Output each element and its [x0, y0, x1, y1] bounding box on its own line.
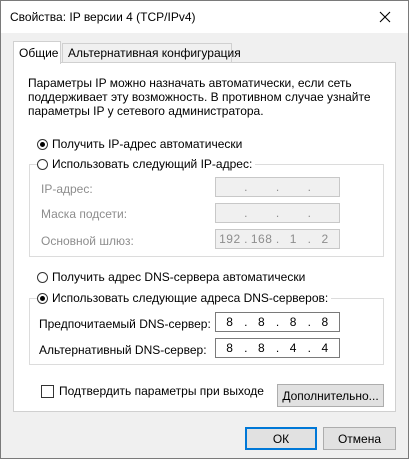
dns-auto-radio[interactable]: Получить адрес DNS-сервера автоматически [37, 270, 305, 284]
dns-auto-label: Получить адрес DNS-сервера автоматически [52, 270, 306, 284]
ip-octet: 8 [226, 341, 234, 355]
description-text: Параметры IP можно назначать автоматичес… [28, 76, 388, 118]
ip-manual-radio[interactable]: Использовать следующий IP-адрес: [37, 157, 256, 171]
description-line: параметры IP у сетевого администратора. [28, 104, 264, 118]
ip-octet: 4 [289, 341, 297, 355]
ok-button-label: ОК [272, 431, 290, 446]
tab-panel-general: Параметры IP можно назначать автоматичес… [13, 62, 396, 412]
ip-octet: 4 [321, 341, 329, 355]
ip-octet: 8 [258, 341, 266, 355]
radio-circle [37, 292, 48, 304]
advanced-button-label: Дополнительно... [282, 388, 379, 403]
preferred-dns-field[interactable]: 8. 8. 8. 8 [215, 312, 340, 332]
ip-octet: 8 [258, 315, 266, 329]
tab-general[interactable]: Общие [13, 41, 61, 64]
subnet-mask-field[interactable]: . . . [215, 203, 340, 223]
ip-address-field[interactable]: . . . [215, 177, 340, 197]
ip-octet: 192 [219, 232, 241, 246]
ip-octet: 1 [289, 232, 297, 246]
ip-octet: 8 [226, 315, 234, 329]
ip-octet: 8 [321, 315, 329, 329]
close-button[interactable] [373, 5, 397, 29]
alternate-dns-label: Альтернативный DNS-сервер: [39, 343, 207, 357]
description-line: Параметры IP можно назначать автоматичес… [28, 76, 352, 90]
radio-selected-dot [40, 295, 45, 301]
tab-general-label: Общие [19, 46, 59, 60]
validate-on-exit-checkbox[interactable]: Подтвердить параметры при выходе [41, 384, 264, 398]
ip-manual-label: Использовать следующий IP-адрес: [52, 157, 253, 171]
cancel-button-label: Отмена [337, 431, 382, 446]
subnet-mask-label: Маска подсети: [41, 207, 128, 221]
description-line: поддерживает эту возможность. В противно… [28, 90, 371, 104]
ip-octet: 168 [250, 232, 273, 246]
ip-auto-label: Получить IP-адрес автоматически [52, 137, 243, 151]
tab-alternate-config[interactable]: Альтернативная конфигурация [62, 43, 241, 62]
tab-alternate-config-label: Альтернативная конфигурация [68, 46, 241, 60]
ip-octet: 8 [289, 315, 297, 329]
dns-manual-radio[interactable]: Использовать следующие адреса DNS-сервер… [37, 291, 332, 305]
ip-auto-radio[interactable]: Получить IP-адрес автоматически [37, 137, 242, 151]
radio-circle [37, 158, 48, 170]
checkbox-square [41, 384, 54, 398]
radio-circle [37, 271, 48, 283]
advanced-button[interactable]: Дополнительно... [277, 384, 384, 407]
close-icon [379, 11, 391, 23]
gateway-label: Основной шлюз: [41, 234, 134, 248]
radio-circle [37, 138, 48, 150]
preferred-dns-label: Предпочитаемый DNS-сервер: [39, 317, 211, 331]
ip-address-label: IP-адрес: [41, 182, 93, 196]
dns-manual-label: Использовать следующие адреса DNS-сервер… [52, 291, 329, 305]
radio-selected-dot [40, 141, 45, 147]
window-title: Свойства: IP версии 4 (TCP/IPv4) [10, 10, 196, 24]
validate-on-exit-label: Подтвердить параметры при выходе [59, 384, 264, 398]
title-bar: Свойства: IP версии 4 (TCP/IPv4) [1, 1, 408, 33]
alternate-dns-field[interactable]: 8. 8. 4. 4 [215, 338, 340, 358]
ip-octet: 2 [321, 232, 329, 246]
dialog-window: Свойства: IP версии 4 (TCP/IPv4) Общие А… [0, 0, 409, 459]
gateway-field[interactable]: 192. 168. 1. 2 [215, 229, 340, 249]
cancel-button[interactable]: Отмена [323, 427, 396, 450]
ok-button[interactable]: ОК [245, 427, 317, 450]
